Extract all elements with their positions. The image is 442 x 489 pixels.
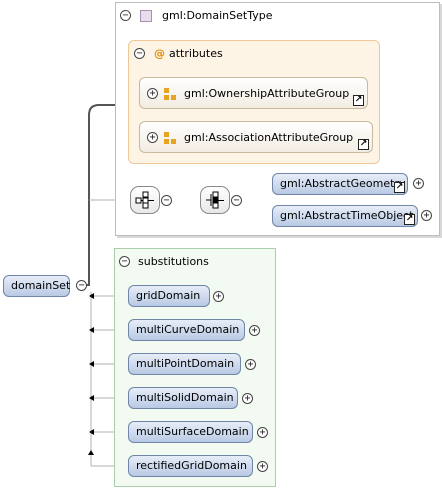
expand-toggle[interactable]: + xyxy=(413,178,424,189)
substitution-arrow-icon xyxy=(89,327,94,333)
element-abstract-geometry[interactable]: gml:AbstractGeometry ↗ xyxy=(272,173,408,195)
substitution-arrow-icon xyxy=(89,429,94,435)
substitution-element-multisoliddomain[interactable]: multiSolidDomain xyxy=(128,387,238,409)
substitution-element-griddomain[interactable]: gridDomain xyxy=(128,285,210,307)
attributes-collapse-toggle[interactable]: − xyxy=(134,48,145,59)
substitution-element-multipointdomain[interactable]: multiPointDomain xyxy=(128,353,241,375)
sequence-collapse-toggle[interactable]: − xyxy=(161,195,172,206)
expand-toggle[interactable]: + xyxy=(257,461,268,472)
expand-toggle[interactable]: + xyxy=(213,291,224,302)
expand-toggle[interactable]: + xyxy=(147,132,158,143)
type-name-label: gml:DomainSetType xyxy=(162,9,273,22)
attributes-label: attributes xyxy=(169,47,223,60)
substitution-element-multisurfacedomain[interactable]: multiSurfaceDomain xyxy=(128,421,253,443)
link-arrow-icon[interactable]: ↗ xyxy=(404,214,415,225)
attribute-group-association[interactable]: + gml:AssociationAttributeGroup ↗ xyxy=(139,121,373,153)
element-abstract-time-object[interactable]: gml:AbstractTimeObject ↗ xyxy=(272,205,418,227)
type-collapse-toggle[interactable]: − xyxy=(120,10,131,21)
substitution-arrow-icon xyxy=(89,293,94,299)
sequence-compositor-icon[interactable] xyxy=(130,186,160,214)
choice-compositor-icon[interactable] xyxy=(200,186,230,214)
attribute-group-icon xyxy=(164,88,176,100)
expand-toggle[interactable]: + xyxy=(257,427,268,438)
attribute-at-icon: @ xyxy=(154,47,165,60)
substitution-element-rectifiedgriddomain[interactable]: rectifiedGridDomain xyxy=(128,455,253,477)
substitution-element-multicurvedomain[interactable]: multiCurveDomain xyxy=(128,319,245,341)
complex-type-icon xyxy=(140,10,152,22)
attribute-group-label: gml:AssociationAttributeGroup xyxy=(184,131,354,144)
substitutions-label: substitutions xyxy=(138,255,209,268)
expand-toggle[interactable]: + xyxy=(245,359,256,370)
choice-collapse-toggle[interactable]: − xyxy=(231,195,242,206)
link-arrow-icon[interactable]: ↗ xyxy=(353,95,364,106)
expand-toggle[interactable]: + xyxy=(421,210,432,221)
attribute-group-icon xyxy=(164,132,176,144)
substitution-arrow-icon xyxy=(89,361,94,367)
substitution-up-arrow-icon xyxy=(88,450,94,455)
substitutions-collapse-toggle[interactable]: − xyxy=(119,256,130,267)
expand-toggle[interactable]: + xyxy=(249,325,260,336)
element-label: gml:AbstractTimeObject xyxy=(280,209,414,222)
link-arrow-icon[interactable]: ↗ xyxy=(394,182,405,193)
expand-toggle[interactable]: + xyxy=(147,88,158,99)
root-element-domainset[interactable]: domainSet xyxy=(3,275,70,297)
attribute-group-ownership[interactable]: + gml:OwnershipAttributeGroup ↗ xyxy=(139,77,368,109)
substitution-arrow-icon xyxy=(89,395,94,401)
expand-toggle[interactable]: + xyxy=(242,393,253,404)
link-arrow-icon[interactable]: ↗ xyxy=(358,139,369,150)
element-label: gml:AbstractGeometry xyxy=(280,177,406,190)
attributes-group-box: − @ attributes + gml:OwnershipAttributeG… xyxy=(128,40,380,164)
attribute-group-label: gml:OwnershipAttributeGroup xyxy=(184,87,350,100)
root-collapse-toggle[interactable]: − xyxy=(76,280,87,291)
